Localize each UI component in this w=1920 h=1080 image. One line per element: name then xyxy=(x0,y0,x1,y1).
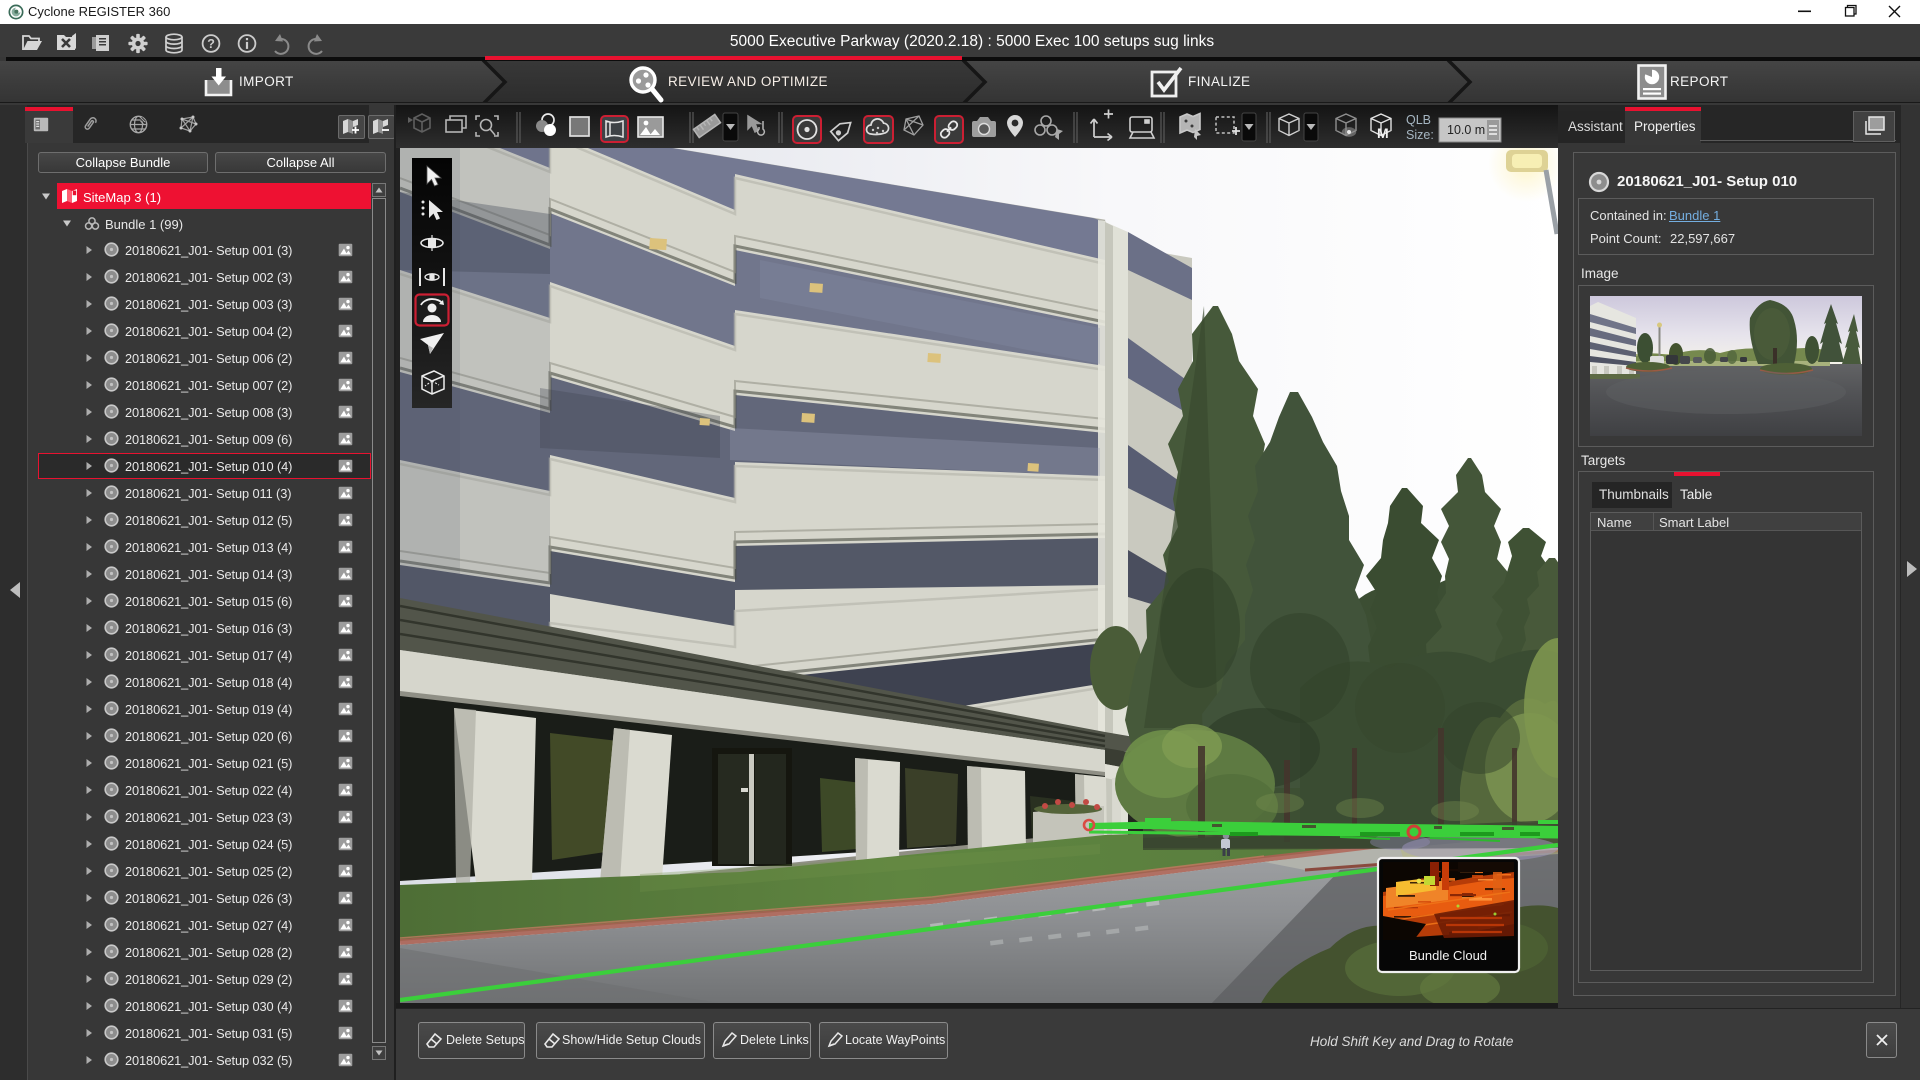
svg-text:Bundle Cloud: Bundle Cloud xyxy=(1409,948,1487,963)
svg-text:Size:: Size: xyxy=(1406,128,1434,142)
svg-text:10.0 m: 10.0 m xyxy=(1447,123,1485,137)
svg-text:QLB: QLB xyxy=(1406,113,1431,127)
svg-text:M: M xyxy=(1377,125,1389,141)
